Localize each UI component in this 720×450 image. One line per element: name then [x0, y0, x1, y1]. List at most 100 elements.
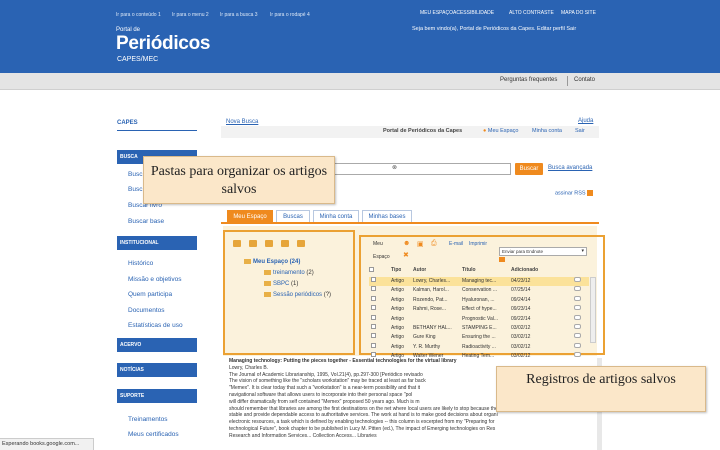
- sidebar-title[interactable]: CAPES: [117, 120, 138, 126]
- row-checkbox[interactable]: [371, 333, 376, 339]
- new-search-link[interactable]: Nova Busca: [226, 119, 258, 125]
- sidebar-item-quem-participa[interactable]: Quem participa: [128, 291, 172, 298]
- sidebar-item-buscar-base[interactable]: Buscar base: [128, 218, 164, 225]
- col-title[interactable]: Título: [462, 267, 476, 273]
- row-title[interactable]: Conservation ...: [462, 286, 508, 295]
- email-link[interactable]: E-mail: [449, 241, 463, 247]
- faq-link[interactable]: Perguntas frequentes: [500, 77, 557, 83]
- row-checkbox[interactable]: [371, 314, 376, 320]
- table-row[interactable]: Artigo Gure King Ensuring the ... 03/02/12: [369, 333, 589, 342]
- folder-root[interactable]: Meu Espaço (24): [244, 259, 300, 265]
- folder-item[interactable]: SBPC (1): [264, 281, 298, 287]
- view-record-icon[interactable]: [574, 314, 581, 320]
- skip-menu-link[interactable]: Ir para o menu 2: [172, 12, 209, 18]
- sidebar-item-documentos[interactable]: Documentos: [128, 307, 165, 314]
- table-row[interactable]: Artigo Y. R. Murthy Radioactivity ... 03/02…: [369, 342, 589, 352]
- skip-footer-link[interactable]: Ir para o rodapé 4: [270, 12, 310, 18]
- sidebar-section-institucional[interactable]: INSTITUCIONAL: [117, 236, 197, 250]
- screen: Ir para o conteúdo 1 Ir para o menu 2 Ir…: [0, 0, 720, 450]
- col-type[interactable]: Tipo: [391, 267, 401, 273]
- sidebar-item-busca-1[interactable]: Busc: [128, 171, 142, 178]
- site-logo[interactable]: Periódicos: [116, 33, 210, 55]
- table-row[interactable]: Artigo Prognostic Val... 09/22/14: [369, 314, 589, 324]
- portal-nav-logout[interactable]: Sair: [575, 128, 585, 134]
- view-record-icon[interactable]: [574, 295, 581, 301]
- row-author: Gure King: [413, 334, 436, 341]
- sidebar-item-historico[interactable]: Histórico: [128, 260, 153, 267]
- user-icon[interactable]: ☻: [403, 240, 410, 247]
- row-author: Kalman, Harol...: [413, 287, 449, 294]
- top-nav-accessibility[interactable]: ACESSIBILIDADE: [453, 10, 494, 16]
- sidebar-section-acervo[interactable]: ACERVO: [117, 338, 197, 352]
- view-record-icon[interactable]: [574, 305, 581, 311]
- row-checkbox[interactable]: [371, 352, 376, 358]
- view-record-icon[interactable]: [574, 286, 581, 292]
- table-row[interactable]: Artigo Kalman, Harol... Conservation ... 07…: [369, 286, 589, 295]
- skip-search-link[interactable]: Ir para a busca 3: [220, 12, 258, 18]
- view-record-icon[interactable]: [574, 352, 581, 358]
- row-checkbox[interactable]: [371, 342, 376, 348]
- row-title[interactable]: Effect of hype...: [462, 305, 508, 314]
- table-row[interactable]: Artigo Lowry, Charles... Managing tec... 04…: [369, 277, 589, 286]
- new-folder-icon[interactable]: [233, 240, 241, 247]
- sidebar-item-certificados[interactable]: Meus certificados: [128, 431, 179, 438]
- sidebar-section-suporte[interactable]: SUPORTE: [117, 389, 197, 403]
- row-title[interactable]: Managing tec...: [462, 277, 508, 286]
- advanced-search-link[interactable]: Busca avançada: [548, 165, 592, 171]
- row-checkbox[interactable]: [371, 286, 376, 292]
- sidebar-item-estatisticas[interactable]: Estatísticas de uso: [128, 322, 183, 329]
- row-title[interactable]: Radioactivity ...: [462, 343, 508, 352]
- table-row[interactable]: Artigo Rozendo, Pat... Hyaluronan, ... 09/2…: [369, 295, 589, 305]
- col-author[interactable]: Autor: [413, 267, 426, 273]
- records-scrollbar[interactable]: [590, 277, 596, 343]
- folder-item[interactable]: Sessão periódicos (?): [264, 292, 331, 298]
- delete-icon[interactable]: ✖: [403, 251, 409, 259]
- top-nav-sitemap[interactable]: MAPA DO SITE: [561, 10, 596, 16]
- search-button[interactable]: Buscar: [515, 163, 543, 175]
- row-checkbox[interactable]: [371, 305, 376, 311]
- tab-underline: [221, 222, 599, 224]
- row-checkbox[interactable]: [371, 295, 376, 301]
- table-row[interactable]: Artigo BETHANY HAL... STAMPING E... 03/02/1…: [369, 324, 589, 333]
- checkbox[interactable]: [369, 267, 374, 272]
- move-folder-icon[interactable]: [265, 240, 273, 247]
- row-title[interactable]: STAMPING E...: [462, 324, 508, 333]
- top-nav-high-contrast[interactable]: ALTO CONTRASTE: [509, 10, 554, 16]
- folder-item[interactable]: treinamento (2): [264, 270, 314, 276]
- contact-link[interactable]: Contato: [574, 77, 595, 83]
- rss-link[interactable]: assinar RSS: [555, 190, 593, 196]
- print-link[interactable]: Imprimir: [469, 241, 487, 247]
- row-title[interactable]: Ensuring the ...: [462, 333, 508, 342]
- row-author: BETHANY HAL...: [413, 325, 452, 331]
- view-record-icon[interactable]: [574, 277, 581, 282]
- document-icon[interactable]: ▣: [417, 240, 424, 248]
- sidebar-item-missao[interactable]: Missão e objetivos: [128, 276, 181, 283]
- table-row[interactable]: Artigo Rahmi, Rose... Effect of hype... 09/…: [369, 305, 589, 314]
- view-record-icon[interactable]: [574, 342, 581, 348]
- row-title[interactable]: Prognostic Val...: [462, 315, 508, 324]
- export-select[interactable]: Enviar para Endnote: [499, 247, 587, 256]
- select-all-checkbox[interactable]: [369, 267, 374, 274]
- portal-nav-my-space[interactable]: ● Meu Espaço: [483, 128, 518, 134]
- row-title[interactable]: Hyaluronan, ...: [462, 296, 508, 305]
- share-folder-icon[interactable]: [249, 240, 257, 247]
- sidebar-item-busca-2[interactable]: Busc: [128, 186, 142, 193]
- export-go-icon[interactable]: [499, 257, 505, 262]
- portal-nav-my-account[interactable]: Minha conta: [532, 128, 562, 134]
- article-title[interactable]: Managing technology: Putting the pieces …: [229, 358, 591, 365]
- clear-search-icon[interactable]: ⊗: [392, 164, 397, 171]
- print-icon[interactable]: ⎙: [431, 240, 437, 248]
- help-link[interactable]: Ajuda: [578, 118, 593, 124]
- copy-folder-icon[interactable]: [281, 240, 289, 247]
- view-record-icon[interactable]: [574, 333, 581, 339]
- row-checkbox[interactable]: [371, 324, 376, 329]
- delete-folder-icon[interactable]: [297, 240, 305, 247]
- sidebar-divider: [117, 130, 197, 131]
- row-checkbox[interactable]: [371, 277, 376, 282]
- skip-content-link[interactable]: Ir para o conteúdo 1: [116, 12, 161, 18]
- top-nav-my-space[interactable]: MEU ESPAÇO: [420, 10, 453, 16]
- sidebar-section-noticias[interactable]: NOTÍCIAS: [117, 363, 197, 377]
- sidebar-item-treinamentos[interactable]: Treinamentos: [128, 416, 168, 423]
- view-record-icon[interactable]: [574, 324, 581, 329]
- col-added[interactable]: Adicionado: [511, 267, 538, 273]
